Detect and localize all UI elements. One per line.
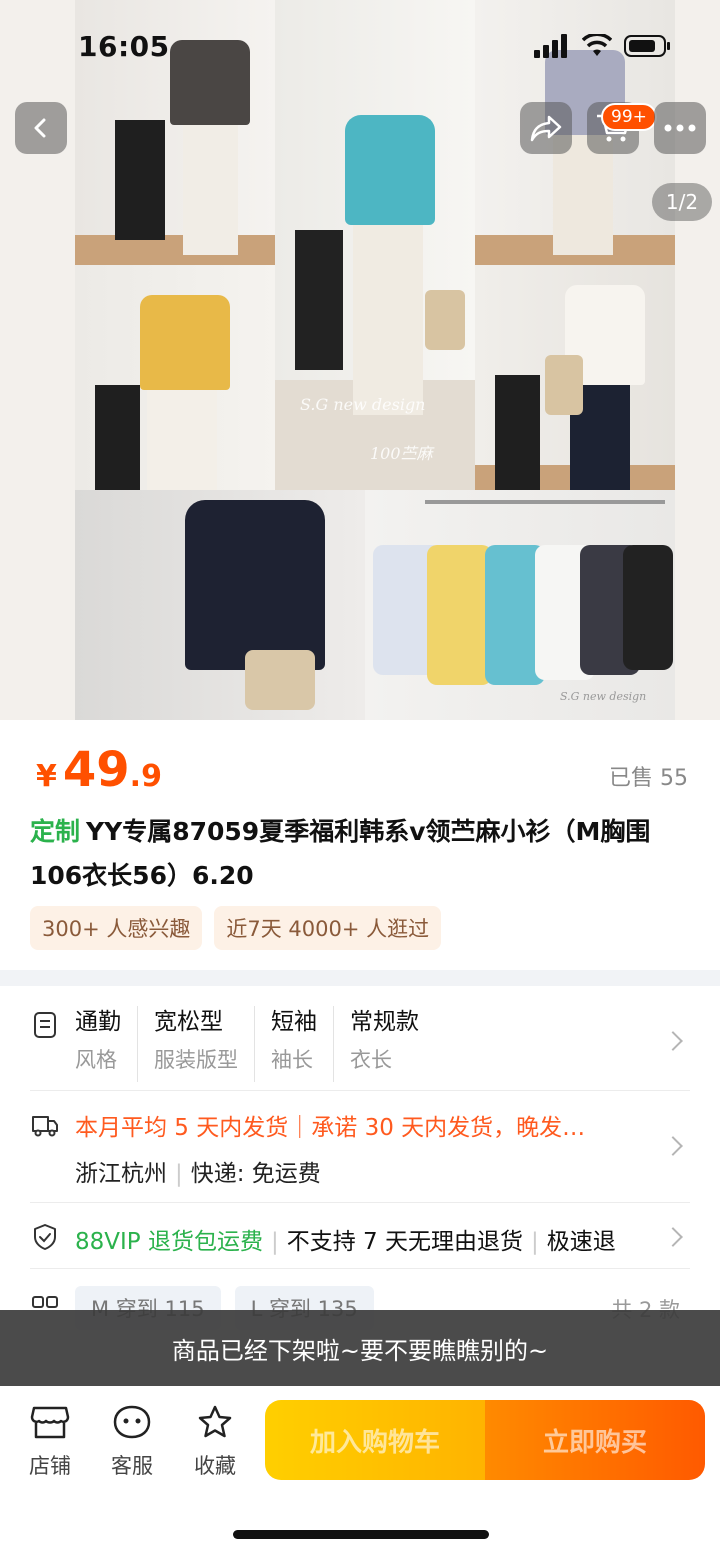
product-info: ¥ 49 .9 已售 55 定制 YY专属87059夏季福利韩系v领苎麻小衫（M胸… xyxy=(0,720,720,970)
more-button[interactable] xyxy=(654,102,706,154)
ship-express: 快递: 免运费 xyxy=(190,1161,321,1187)
price: ¥ 49 .9 xyxy=(36,742,162,798)
spec-list-icon xyxy=(34,1012,56,1038)
title-text: YY专属87059夏季福利韩系v领苎麻小衫（M胸围106衣长56）6.20 xyxy=(30,817,651,890)
share-button[interactable] xyxy=(520,102,572,154)
chevron-right-icon xyxy=(663,1227,683,1247)
shipping-promise: 本月平均 5 天内发货｜承诺 30 天内发货，晚发… xyxy=(75,1115,586,1141)
photo-yellow-top xyxy=(75,265,275,490)
home-indicator xyxy=(233,1530,489,1539)
photo-white-top xyxy=(475,265,675,490)
purchase-buttons: 加入购物车 立即购买 xyxy=(265,1400,705,1480)
price-integer: 49 xyxy=(62,742,130,798)
delivery-truck-icon xyxy=(32,1116,58,1137)
spec-key: 衣长 xyxy=(350,1048,392,1072)
spec-style: 通勤 风格 xyxy=(75,1006,138,1082)
price-decimal: .9 xyxy=(129,759,162,794)
store-label: 店铺 xyxy=(29,1454,71,1478)
wifi-icon xyxy=(582,34,612,56)
store-button[interactable]: 店铺 xyxy=(20,1404,80,1480)
spec-key: 袖长 xyxy=(271,1048,313,1072)
photo-navy-top xyxy=(75,490,365,720)
spec-value: 宽松型 xyxy=(154,1009,223,1035)
cart-count-badge: 99+ xyxy=(601,103,657,131)
watermark-tag: 100苎麻 xyxy=(370,444,433,463)
spec-list: 通勤 风格 宽松型 服装版型 短袖 袖长 常规款 衣长 xyxy=(75,1006,451,1082)
battery-icon xyxy=(624,35,670,57)
spec-value: 常规款 xyxy=(350,1009,419,1035)
watermark-brand: S.G new design xyxy=(300,395,426,414)
photo-blue-top: S.G new design 100苎麻 xyxy=(275,0,475,490)
status-time: 16:05 xyxy=(78,30,170,63)
chevron-right-icon xyxy=(663,1031,683,1051)
add-to-cart-button[interactable]: 加入购物车 xyxy=(265,1400,485,1480)
spec-value: 通勤 xyxy=(75,1009,121,1035)
watermark-small: S.G new design xyxy=(560,690,647,703)
vip-return: 88VIP 退货包运费 xyxy=(75,1229,263,1255)
share-icon xyxy=(530,115,562,142)
row-divider xyxy=(30,1268,690,1269)
buy-now-button[interactable]: 立即购买 xyxy=(485,1400,705,1480)
product-image-gallery[interactable]: S.G new design 100苎麻 S.G new design 16:0… xyxy=(0,0,720,720)
fast-refund: 极速退 xyxy=(546,1229,616,1255)
more-dots-icon xyxy=(664,124,696,132)
spec-length: 常规款 衣长 xyxy=(350,1006,435,1082)
popularity-chips: 300+ 人感兴趣 近7天 4000+ 人逛过 xyxy=(30,906,442,950)
product-title: 定制 YY专属87059夏季福利韩系v领苎麻小衫（M胸围106衣长56）6.20 xyxy=(30,810,690,898)
spec-key: 服装版型 xyxy=(154,1048,238,1072)
no-return-policy: 不支持 7 天无理由退货 xyxy=(286,1229,523,1255)
cellular-signal-icon xyxy=(534,34,567,58)
customer-service-button[interactable]: 客服 xyxy=(102,1404,162,1480)
spec-fit: 宽松型 服装版型 xyxy=(154,1006,255,1082)
chevron-right-icon xyxy=(663,1136,683,1156)
service-guarantees: 88VIP 退货包运费 | 不支持 7 天无理由退货 | 极速退 xyxy=(75,1229,616,1255)
ship-location: 浙江杭州 xyxy=(75,1161,167,1187)
shipping-origin: 浙江杭州 | 快递: 免运费 xyxy=(75,1161,321,1187)
attributes-panel: 通勤 风格 宽松型 服装版型 短袖 袖长 常规款 衣长 本月平均 5 天内发货｜… xyxy=(0,986,720,1330)
product-photo-collage: S.G new design 100苎麻 S.G new design xyxy=(75,0,675,720)
price-currency: ¥ xyxy=(36,759,57,794)
chat-face-icon xyxy=(113,1405,151,1439)
spec-sleeve: 短袖 袖长 xyxy=(271,1006,334,1082)
status-icons xyxy=(534,34,672,58)
section-divider xyxy=(0,970,720,986)
customer-service-label: 客服 xyxy=(111,1454,153,1478)
shield-check-icon xyxy=(34,1224,56,1250)
photo-rack: S.G new design xyxy=(365,490,675,720)
bottom-action-bar: 店铺 客服 收藏 加入购物车 立即购买 xyxy=(0,1386,720,1558)
row-divider xyxy=(30,1202,690,1203)
back-button[interactable] xyxy=(15,102,67,154)
interest-chip: 300+ 人感兴趣 xyxy=(30,906,203,950)
image-page-indicator: 1/2 xyxy=(652,183,712,221)
favorite-button[interactable]: 收藏 xyxy=(185,1404,245,1480)
star-icon xyxy=(198,1405,232,1438)
favorite-label: 收藏 xyxy=(194,1454,236,1478)
sold-count: 已售 55 xyxy=(609,766,688,791)
spec-key: 风格 xyxy=(75,1048,117,1072)
store-icon xyxy=(30,1406,70,1439)
spec-value: 短袖 xyxy=(271,1009,317,1035)
back-arrow-icon xyxy=(34,118,46,138)
visits-chip: 近7天 4000+ 人逛过 xyxy=(214,906,442,950)
row-divider xyxy=(30,1090,690,1091)
title-tag: 定制 xyxy=(30,817,81,846)
delisted-toast: 商品已经下架啦~要不要瞧瞧别的~ xyxy=(0,1310,720,1386)
